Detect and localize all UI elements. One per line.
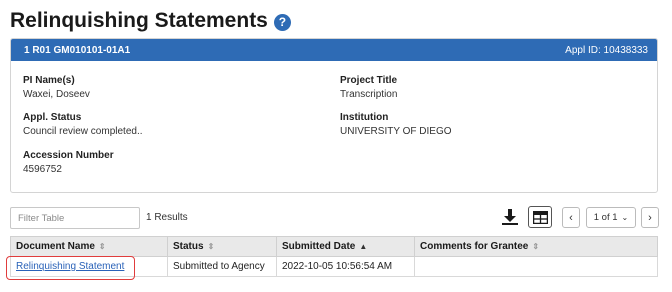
project-title-label: Project Title: [340, 75, 398, 86]
chevron-down-icon: ⌄: [621, 213, 629, 222]
institution-value: UNIVERSITY OF DIEGO: [340, 126, 452, 137]
column-header-status[interactable]: Status ⇕: [167, 236, 277, 257]
column-header-document-name[interactable]: Document Name ⇕: [10, 236, 168, 257]
previous-page-button[interactable]: ‹: [562, 207, 580, 228]
status-cell: Submitted to Agency: [167, 256, 277, 277]
pi-name-field: PI Name(s) Waxei, Doseev: [23, 75, 90, 100]
institution-field: Institution UNIVERSITY OF DIEGO: [340, 112, 452, 137]
page-select[interactable]: 1 of 1 ⌄: [586, 207, 636, 228]
column-header-submitted-date[interactable]: Submitted Date ▲: [276, 236, 415, 257]
project-title-field: Project Title Transcription: [340, 75, 397, 100]
sort-icon: ⇕: [532, 242, 540, 251]
chevron-right-icon: ›: [648, 211, 652, 224]
table-view-icon: [532, 210, 548, 224]
institution-label: Institution: [340, 112, 389, 123]
highlight-box: [6, 256, 135, 280]
appl-status-label: Appl. Status: [23, 112, 82, 123]
question-circle-icon[interactable]: ?: [273, 13, 291, 31]
appl-status-value: Council review completed..: [23, 126, 143, 137]
appl-id: Appl ID: 10438333: [565, 44, 648, 56]
card-header: 1 R01 GM010101-01A1 Appl ID: 10438333: [11, 39, 657, 61]
page-title: Relinquishing Statements: [10, 9, 268, 32]
page-header: Relinquishing Statements ?: [10, 8, 291, 34]
sort-icon: ⇕: [207, 242, 215, 251]
grant-number: 1 R01 GM010101-01A1: [24, 44, 131, 56]
results-count: 1 Results: [146, 212, 188, 223]
appl-status-field: Appl. Status Council review completed..: [23, 112, 143, 137]
accession-number-value: 4596752: [23, 164, 62, 175]
accession-number-field: Accession Number 4596752: [23, 150, 114, 175]
project-title-value: Transcription: [340, 89, 398, 100]
pi-name-value: Waxei, Doseev: [23, 89, 90, 100]
download-excel-icon[interactable]: [499, 206, 521, 228]
filter-table-input[interactable]: [10, 207, 140, 229]
sort-icon: ⇕: [98, 242, 106, 251]
next-page-button[interactable]: ›: [641, 207, 659, 228]
pi-name-label: PI Name(s): [23, 75, 75, 86]
comments-cell: [414, 256, 658, 277]
grant-info-card: 1 R01 GM010101-01A1 Appl ID: 10438333 PI…: [10, 38, 658, 193]
table-header-row: Document Name ⇕ Status ⇕ Submitted Date ▲ C…: [10, 236, 658, 257]
accession-number-label: Accession Number: [23, 150, 114, 161]
page-label: 1 of 1: [593, 212, 618, 223]
sort-asc-icon: ▲: [359, 242, 368, 251]
submitted-date-cell: 2022-10-05 10:56:54 AM: [276, 256, 415, 277]
table-view-button[interactable]: [528, 206, 552, 228]
column-header-comments-for-grantee[interactable]: Comments for Grantee ⇕: [414, 236, 658, 257]
chevron-left-icon: ‹: [569, 211, 573, 224]
